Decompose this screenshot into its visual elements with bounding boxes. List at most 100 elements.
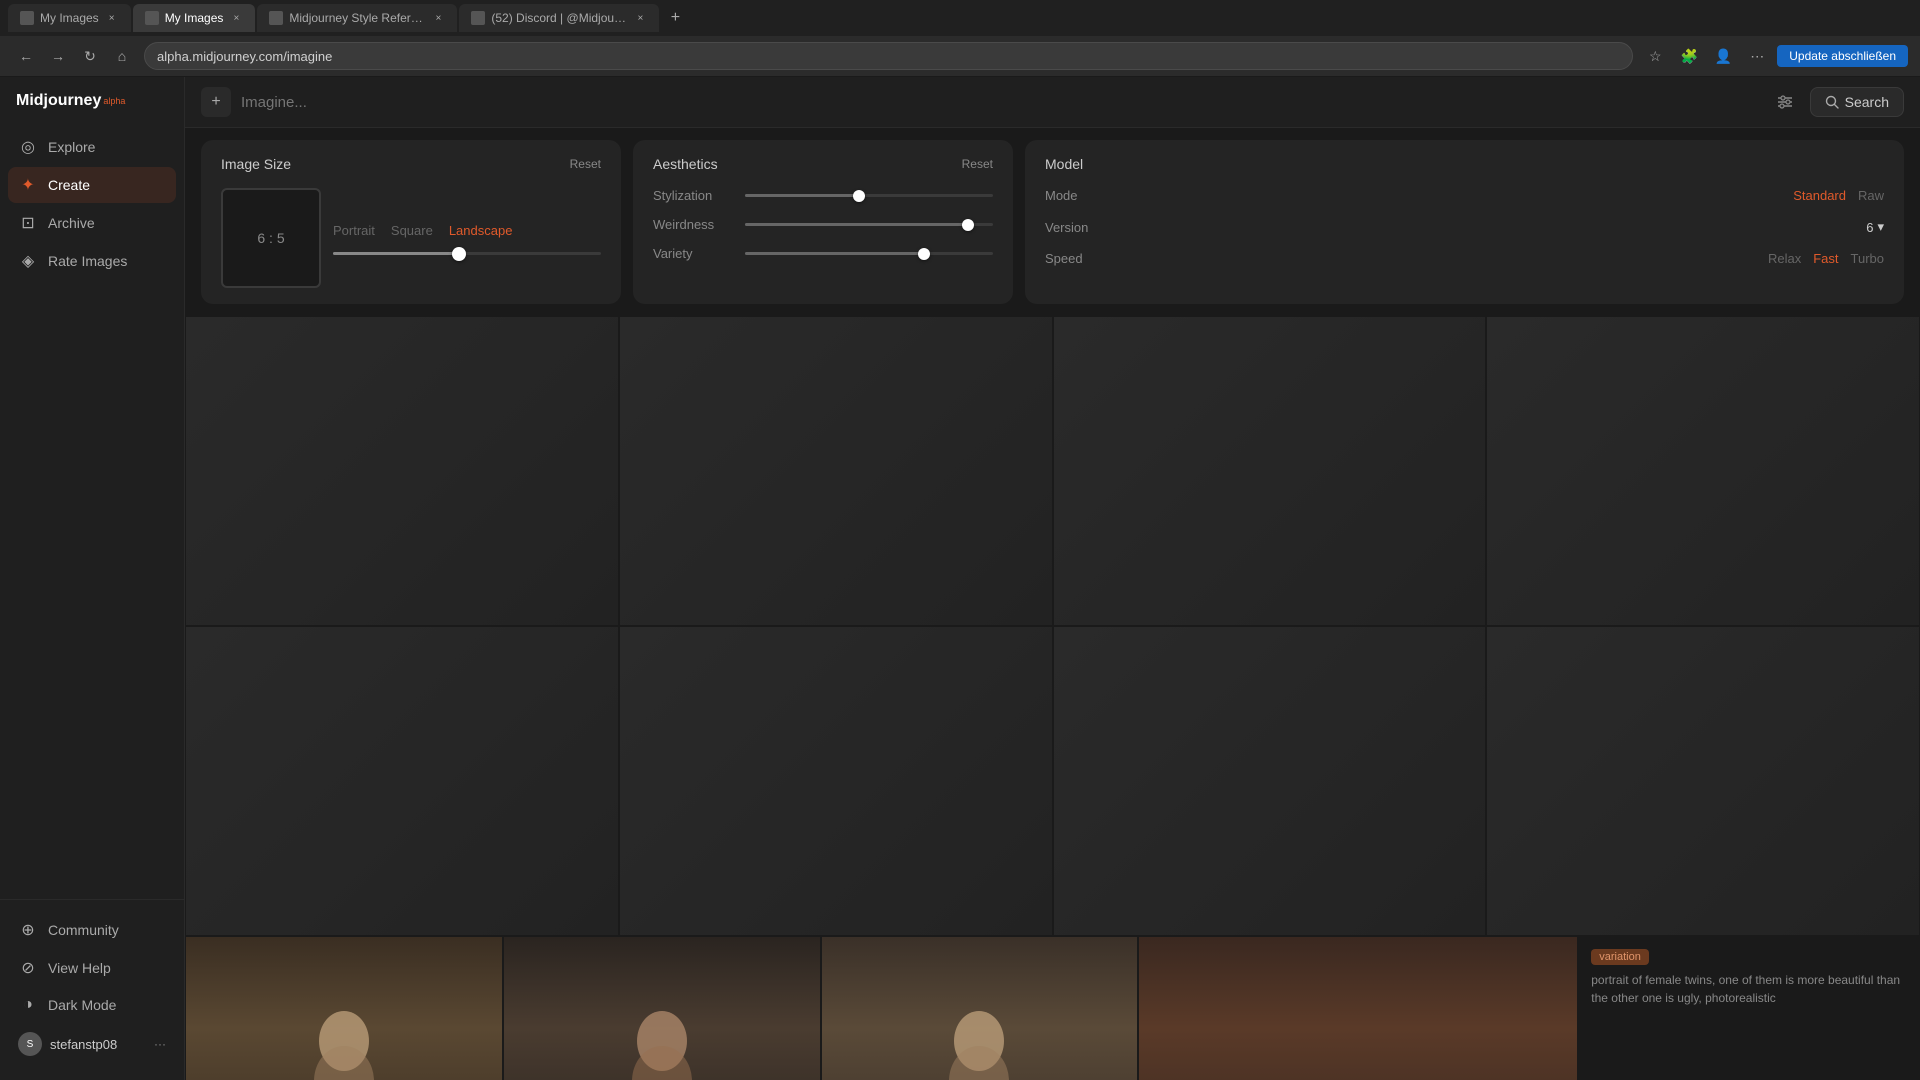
size-slider-fill: [333, 252, 459, 255]
aesthetics-title: Aesthetics: [653, 156, 718, 172]
logo-alpha: alpha: [103, 96, 125, 106]
speed-label: Speed: [1045, 251, 1083, 266]
archive-icon: ⊡: [18, 213, 38, 233]
speed-turbo[interactable]: Turbo: [1851, 251, 1884, 266]
aesthetics-reset[interactable]: Reset: [962, 157, 993, 171]
back-button[interactable]: ←: [12, 42, 40, 70]
help-icon: ⊘: [18, 958, 38, 978]
address-input[interactable]: alpha.midjourney.com/imagine: [144, 42, 1633, 70]
tab-close-4[interactable]: ×: [633, 11, 647, 25]
user-avatar: S: [18, 1032, 42, 1056]
sidebar-item-viewhelp[interactable]: ⊘ View Help: [8, 950, 176, 986]
tab-my-images-1[interactable]: My Images ×: [8, 4, 131, 32]
weirdness-thumb[interactable]: [962, 219, 974, 231]
variety-slider[interactable]: [745, 252, 993, 255]
portrait-button[interactable]: Portrait: [333, 221, 375, 240]
user-more-icon[interactable]: ···: [154, 1037, 166, 1051]
browser-chrome: My Images × My Images × Midjourney Style…: [0, 0, 1920, 77]
app-layout: Midjourney alpha ◎ Explore ✦ Create ⊡ Ar…: [0, 77, 1920, 1080]
grid-cell-1-3[interactable]: [1053, 316, 1487, 626]
sidebar-item-label-community: Community: [48, 922, 119, 938]
bottom-description: portrait of female twins, one of them is…: [1591, 971, 1907, 1007]
size-ratio: 6 : 5: [257, 230, 284, 246]
sidebar-item-explore[interactable]: ◎ Explore: [8, 129, 176, 165]
filter-button[interactable]: [1770, 87, 1800, 117]
extensions-icon[interactable]: 🧩: [1675, 42, 1703, 70]
tab-midjourney-style[interactable]: Midjourney Style Reference ×: [257, 4, 457, 32]
sidebar-item-label-create: Create: [48, 177, 90, 193]
stylization-slider[interactable]: [745, 194, 993, 197]
sidebar-item-label-rate: Rate Images: [48, 253, 127, 269]
tab-label-3: Midjourney Style Reference: [289, 11, 425, 25]
grid-cell-3-4[interactable]: [1138, 936, 1578, 1080]
model-title: Model: [1045, 156, 1083, 172]
grid-cell-2-2[interactable]: [619, 626, 1053, 936]
weirdness-fill: [745, 223, 968, 226]
tab-label-2: My Images: [165, 11, 224, 25]
new-tab-button[interactable]: +: [661, 4, 689, 32]
grid-row-1: [185, 316, 1920, 626]
weirdness-slider[interactable]: [745, 223, 993, 226]
face-svg-3: [939, 991, 1019, 1080]
create-icon: ✦: [18, 175, 38, 195]
sidebar-item-create[interactable]: ✦ Create: [8, 167, 176, 203]
square-button[interactable]: Square: [391, 221, 433, 240]
sidebar-item-community[interactable]: ⊕ Community: [8, 912, 176, 948]
mode-standard[interactable]: Standard: [1793, 188, 1846, 203]
variety-row: Variety: [653, 246, 993, 261]
landscape-button[interactable]: Landscape: [449, 221, 513, 240]
tab-close-1[interactable]: ×: [105, 11, 119, 25]
stylization-fill: [745, 194, 859, 197]
version-value: 6: [1866, 220, 1873, 235]
tab-my-images-2[interactable]: My Images ×: [133, 4, 256, 32]
stylization-thumb[interactable]: [853, 190, 865, 202]
grid-cell-3-2[interactable]: [503, 936, 821, 1080]
image-size-reset[interactable]: Reset: [570, 157, 601, 171]
profile-icon[interactable]: 👤: [1709, 42, 1737, 70]
variation-badge: variation: [1591, 949, 1649, 965]
sidebar-item-archive[interactable]: ⊡ Archive: [8, 205, 176, 241]
size-slider[interactable]: [333, 252, 601, 255]
grid-cell-1-1[interactable]: [185, 316, 619, 626]
grid-cell-1-4[interactable]: [1486, 316, 1920, 626]
update-button[interactable]: Update abschließen: [1777, 45, 1908, 67]
forward-button[interactable]: →: [44, 42, 72, 70]
sidebar-item-rate-images[interactable]: ◈ Rate Images: [8, 243, 176, 279]
imagine-plus-button[interactable]: +: [201, 87, 231, 117]
grid-cell-3-1[interactable]: [185, 936, 503, 1080]
tab-close-3[interactable]: ×: [431, 11, 445, 25]
rate-icon: ◈: [18, 251, 38, 271]
bookmark-icon[interactable]: ☆: [1641, 42, 1669, 70]
tab-favicon-2: [145, 11, 159, 25]
mode-raw[interactable]: Raw: [1858, 188, 1884, 203]
speed-relax[interactable]: Relax: [1768, 251, 1801, 266]
grid-cell-3-3[interactable]: [821, 936, 1139, 1080]
speed-fast[interactable]: Fast: [1813, 251, 1838, 266]
variety-fill: [745, 252, 924, 255]
sidebar-item-darkmode[interactable]: ◑ Dark Mode: [8, 988, 176, 1022]
sidebar-nav: ◎ Explore ✦ Create ⊡ Archive ◈ Rate Imag…: [0, 129, 184, 887]
size-options: 6 : 5 Portrait Square Landscape: [221, 188, 601, 288]
search-button[interactable]: Search: [1810, 87, 1904, 117]
community-icon: ⊕: [18, 920, 38, 940]
tab-close-2[interactable]: ×: [229, 11, 243, 25]
size-slider-thumb[interactable]: [452, 247, 466, 261]
tab-discord[interactable]: (52) Discord | @Midjourney Bot ×: [459, 4, 659, 32]
variety-thumb[interactable]: [918, 248, 930, 260]
reload-button[interactable]: ↻: [76, 42, 104, 70]
grid-cell-1-2[interactable]: [619, 316, 1053, 626]
imagine-input[interactable]: [241, 94, 1760, 111]
grid-cell-2-4[interactable]: [1486, 626, 1920, 936]
settings-icon[interactable]: ⋯: [1743, 42, 1771, 70]
version-select[interactable]: 6 ▾: [1866, 219, 1884, 235]
grid-row-3: variation portrait of female twins, one …: [185, 936, 1920, 1080]
face-svg-2: [622, 991, 702, 1080]
home-button[interactable]: ⌂: [108, 42, 136, 70]
grid-cell-2-1[interactable]: [185, 626, 619, 936]
tab-favicon-3: [269, 11, 283, 25]
tab-favicon-1: [20, 11, 34, 25]
aesthetics-header: Aesthetics Reset: [653, 156, 993, 172]
image-size-panel: Image Size Reset 6 : 5 Portrait Square L…: [201, 140, 621, 304]
grid-cell-2-3[interactable]: [1053, 626, 1487, 936]
user-row[interactable]: S stefanstp08 ···: [8, 1024, 176, 1064]
